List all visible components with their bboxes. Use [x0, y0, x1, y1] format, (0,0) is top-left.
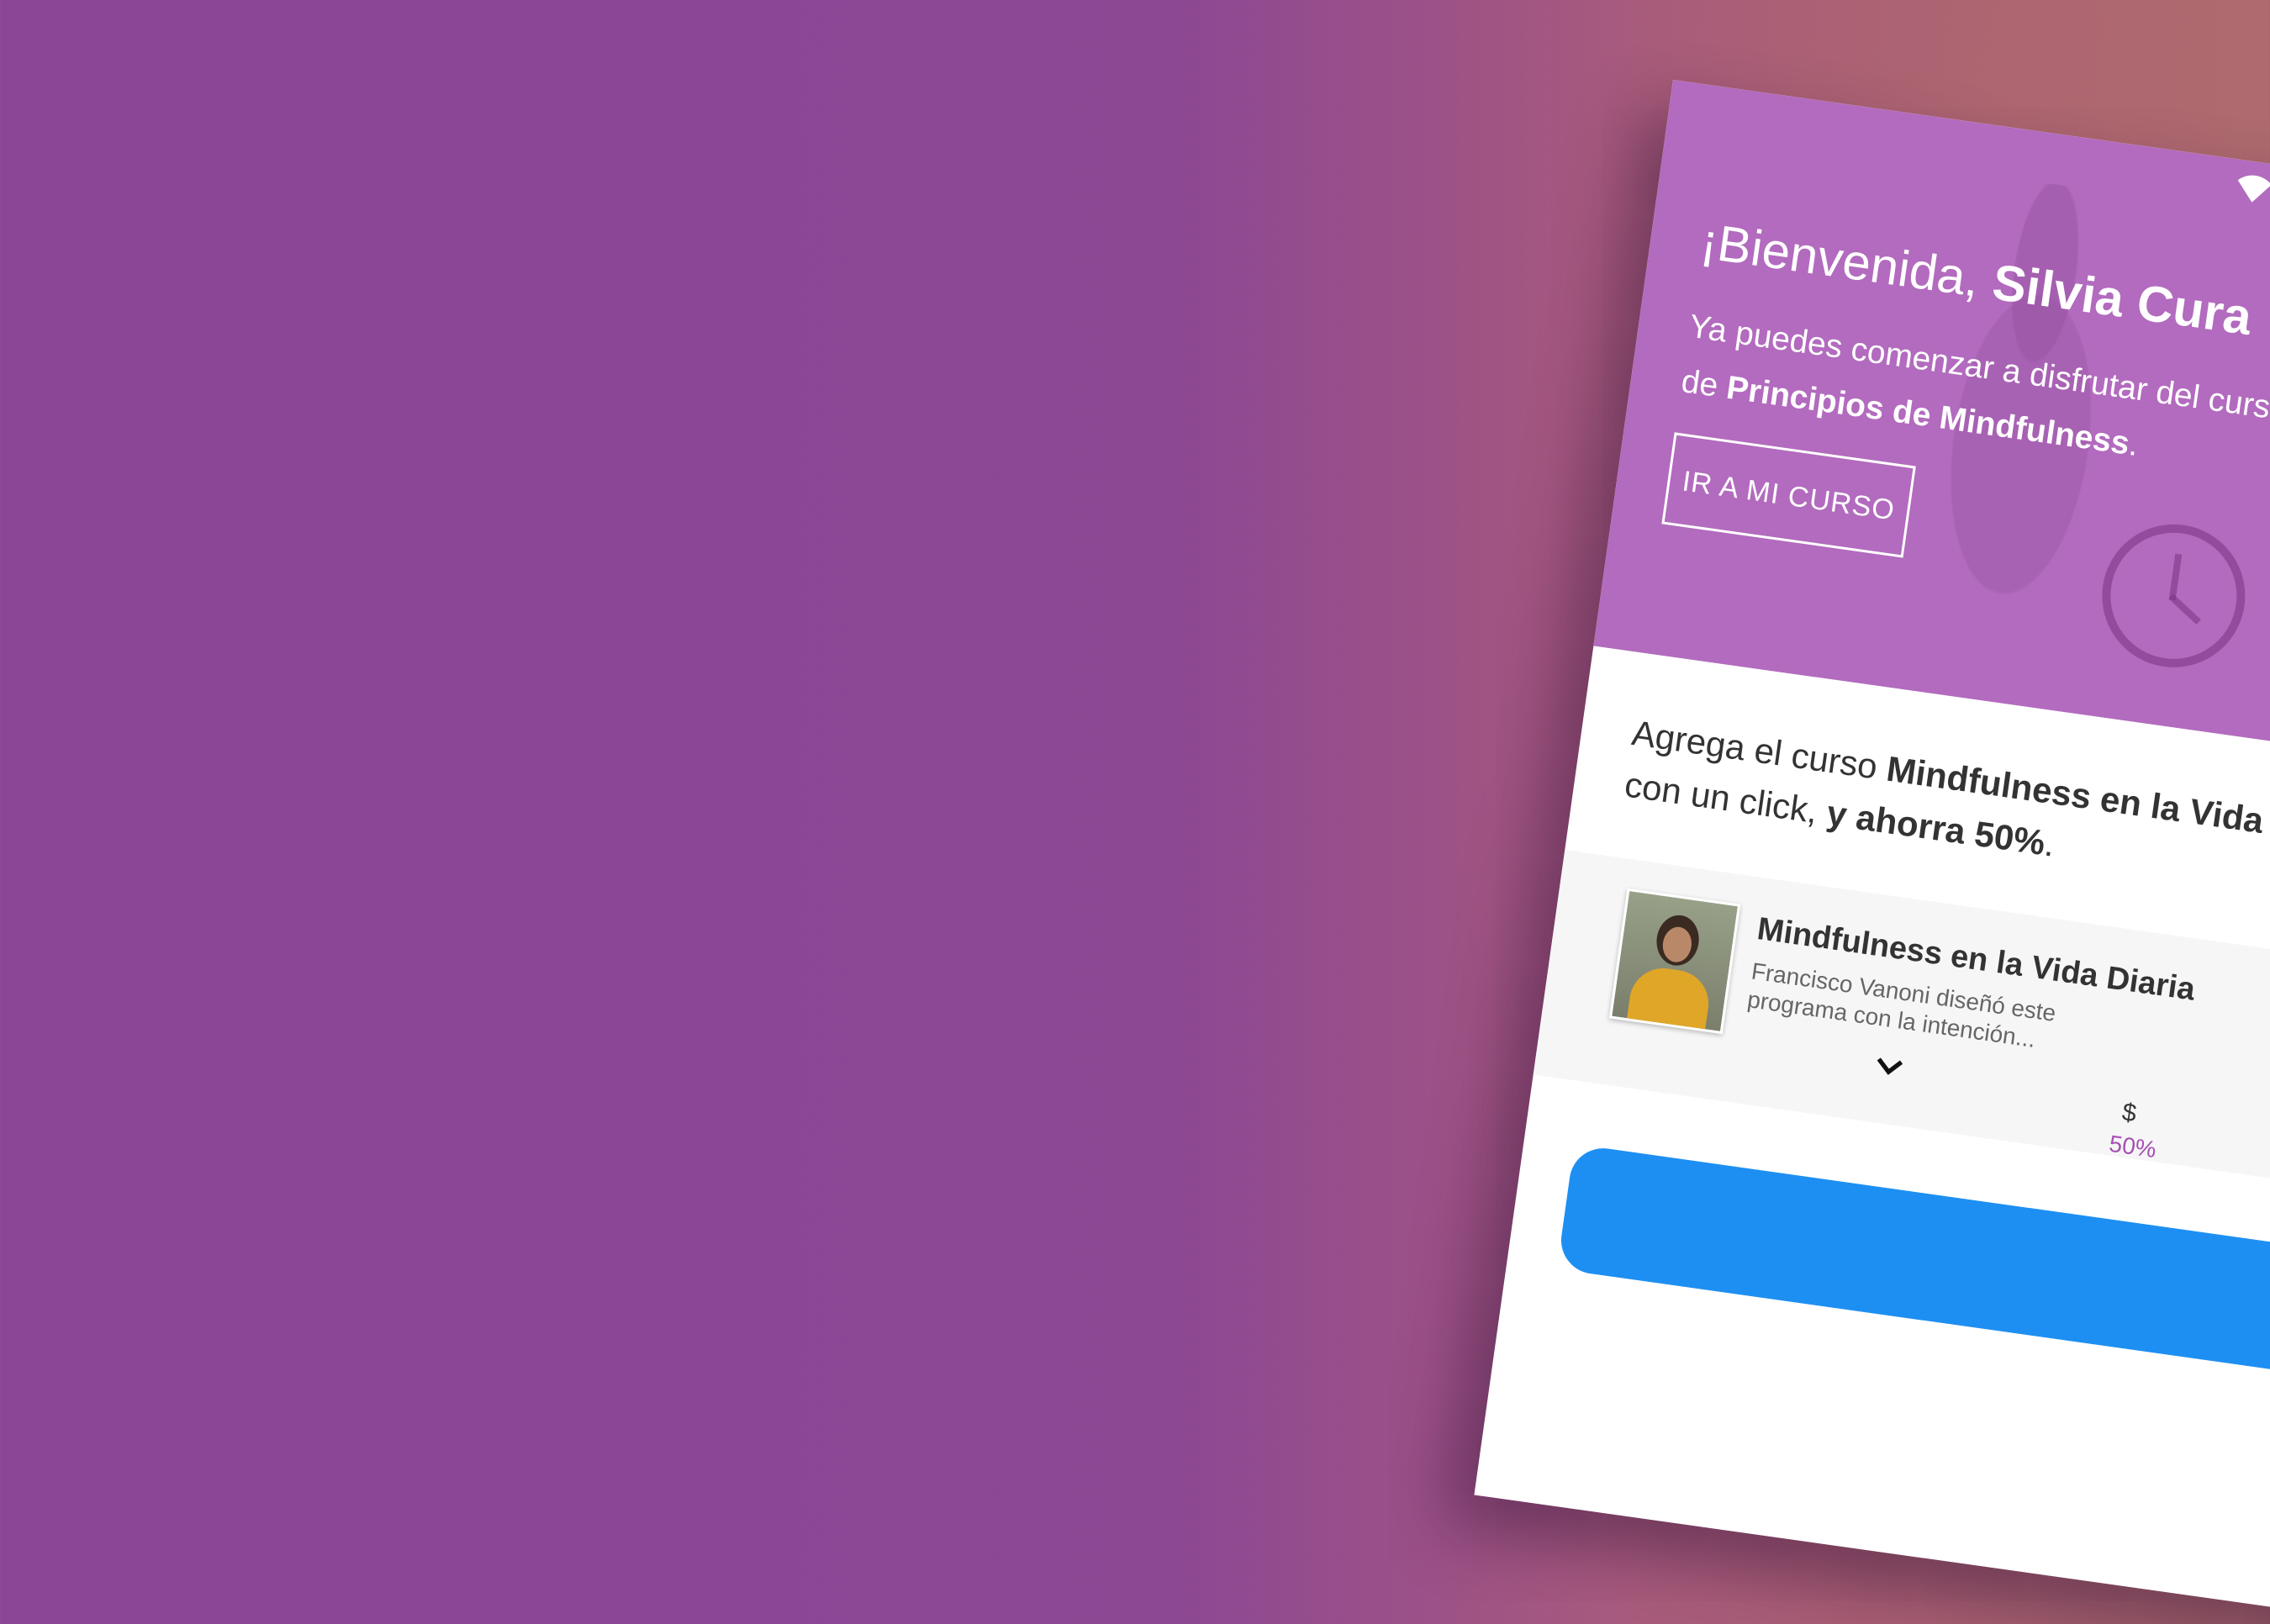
go-to-course-button[interactable]: IR A MI CURSO	[1661, 432, 1916, 558]
course-discount: 50%	[2107, 1130, 2158, 1163]
course-thumbnail	[1608, 888, 1741, 1035]
add-course-button[interactable]	[1556, 1143, 2270, 1386]
phone-screen: ¡Bienvenida, Silvia Cura Ya puedes comen…	[1474, 80, 2270, 1624]
wifi-icon	[2237, 175, 2270, 203]
offer-course-card[interactable]: Mindfulness en la Vida Diaria Francisco …	[1533, 849, 2270, 1204]
welcome-hero: ¡Bienvenida, Silvia Cura Ya puedes comen…	[1593, 80, 2270, 775]
course-price: $	[2120, 1098, 2139, 1128]
chevron-down-icon[interactable]	[1873, 1055, 1906, 1079]
